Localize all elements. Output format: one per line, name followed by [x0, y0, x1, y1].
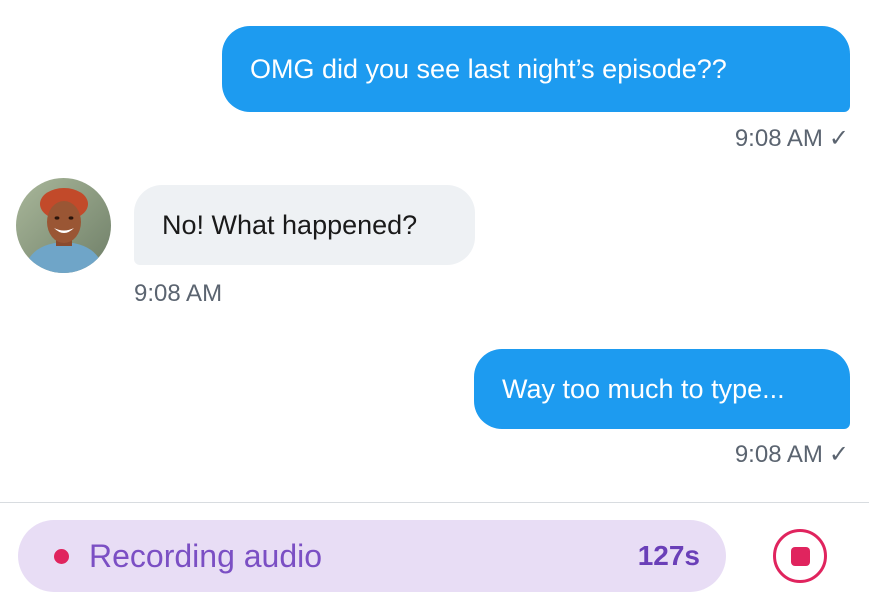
composer-divider	[0, 502, 869, 503]
avatar-photo	[16, 178, 111, 273]
stop-icon	[790, 546, 810, 566]
message-text: OMG did you see last night’s episode??	[250, 53, 727, 84]
message-bubble-sent[interactable]: Way too much to type...	[474, 349, 850, 429]
message-meta: 9:08 AM	[134, 280, 222, 308]
checkmark-icon: ✓	[828, 441, 849, 468]
audio-recorder-bar[interactable]: Recording audio 127s	[18, 520, 726, 592]
message-meta: 9:08 AM ✓	[735, 124, 849, 153]
checkmark-icon: ✓	[828, 125, 849, 152]
message-text: Way too much to type...	[502, 373, 785, 404]
message-meta: 9:08 AM ✓	[735, 440, 849, 469]
stop-recording-button[interactable]	[773, 529, 827, 583]
message-timestamp: 9:08 AM	[134, 280, 223, 307]
contact-avatar[interactable]	[16, 178, 111, 273]
recording-label: Recording audio	[89, 537, 323, 574]
message-text: No! What happened?	[162, 209, 418, 240]
message-timestamp: 9:08 AM	[734, 124, 823, 152]
recording-duration: 127s	[637, 540, 700, 571]
message-bubble-received[interactable]: No! What happened?	[134, 185, 475, 265]
recording-dot-icon	[54, 548, 69, 564]
chat-screen: OMG did you see last night’s episode?? 9…	[0, 0, 869, 601]
message-bubble-sent[interactable]: OMG did you see last night’s episode??	[222, 26, 850, 112]
message-timestamp: 9:08 AM	[734, 440, 823, 468]
